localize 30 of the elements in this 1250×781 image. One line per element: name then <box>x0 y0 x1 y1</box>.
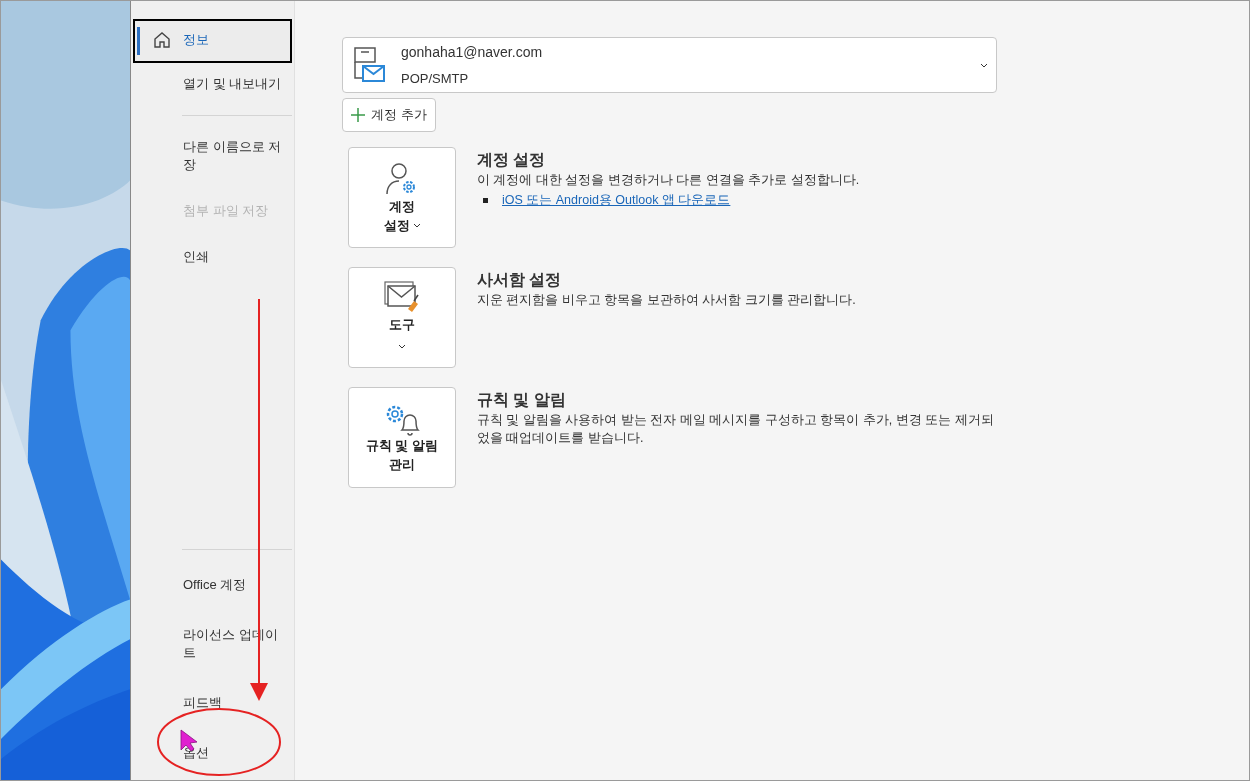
section-description: 이 계정에 대한 설정을 변경하거나 다른 연결을 추가로 설정합니다. <box>477 172 861 189</box>
chevron-down-icon <box>980 62 988 68</box>
rules-settings-button[interactable]: 규칙 및 알림 관리 <box>348 387 456 488</box>
sidebar-item[interactable]: 피드백 <box>133 682 292 724</box>
sidebar-item[interactable]: 정보 <box>133 19 292 63</box>
section-title: 사서함 설정 <box>477 270 563 290</box>
sidebar-item[interactable]: 다른 이름으로 저장 <box>133 126 292 186</box>
section-title: 규칙 및 알림 <box>477 390 567 410</box>
tools-settings-button[interactable]: 도구 <box>348 267 456 368</box>
account-type: POP/SMTP <box>401 69 470 88</box>
sidebar-item[interactable]: 옵션 <box>133 732 292 774</box>
chevron-down-icon <box>412 222 421 228</box>
add-account-button[interactable]: 계정 추가 <box>342 98 436 132</box>
account-selector[interactable]: gonhaha1@naver.com POP/SMTP <box>342 37 997 93</box>
download-link[interactable]: iOS 또는 Android용 Outlook 앱 다운로드 <box>502 191 731 210</box>
envelope-brush-icon <box>384 280 420 315</box>
bullet-icon <box>483 197 488 203</box>
sidebar-item[interactable]: 열기 및 내보내기 <box>133 63 292 105</box>
selection-bar <box>137 27 140 55</box>
mailbox-icon <box>351 46 387 84</box>
sidebar-item[interactable]: 인쇄 <box>133 236 292 278</box>
account-settings-button[interactable]: 계정 설정 <box>348 147 456 248</box>
section-description: 규칙 및 알림을 사용하여 받는 전자 메일 메시지를 구성하고 항목이 추가, 변경 또는 제거되었을 때업데이트를 받습니다. <box>477 412 995 447</box>
account-email: gonhaha1@naver.com <box>401 42 544 62</box>
chevron-down-icon <box>398 343 406 349</box>
sidebar-item[interactable]: Office 계정 <box>133 564 292 606</box>
section-title: 계정 설정 <box>477 150 547 170</box>
section-description: 지운 편지함을 비우고 항목을 보관하여 사서함 크기를 관리합니다. <box>477 292 857 309</box>
plus-icon <box>351 108 365 122</box>
home-icon <box>153 31 171 48</box>
